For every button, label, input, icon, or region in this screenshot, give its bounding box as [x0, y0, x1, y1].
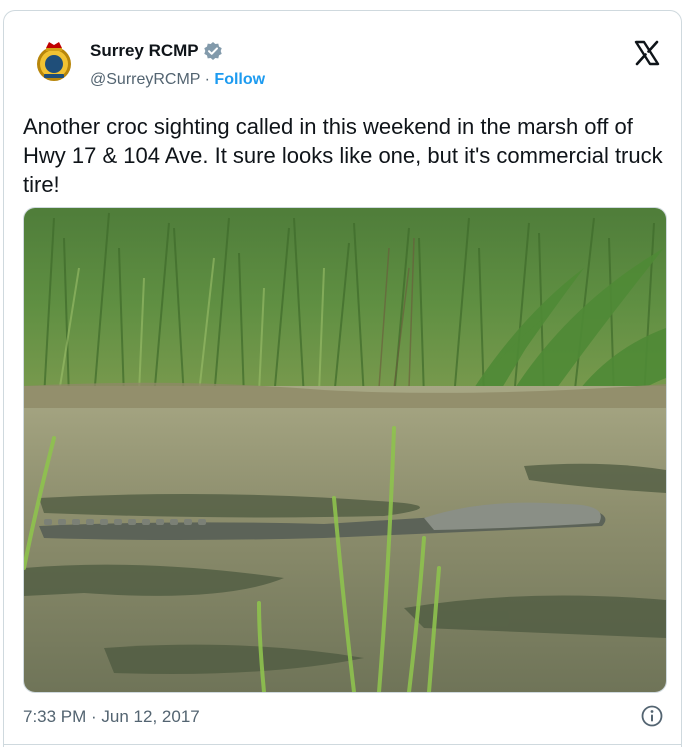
handle-row: @SurreyRCMP · Follow — [90, 71, 265, 89]
tweet-timestamp[interactable]: 7:33 PM · Jun 12, 2017 — [23, 707, 200, 727]
info-icon[interactable] — [641, 705, 663, 727]
verified-badge-icon[interactable] — [203, 41, 223, 61]
author-row: Surrey RCMP — [90, 41, 223, 61]
author-handle[interactable]: @SurreyRCMP — [90, 71, 200, 88]
separator-dot: · — [204, 71, 210, 88]
x-logo-icon[interactable] — [633, 39, 661, 67]
rcmp-badge-icon[interactable] — [30, 37, 78, 85]
tweet-text: Another croc sighting called in this wee… — [23, 114, 663, 197]
divider — [4, 744, 681, 745]
tweet-photo[interactable] — [23, 207, 667, 693]
author-name[interactable]: Surrey RCMP — [90, 41, 199, 61]
tweet-card: Surrey RCMP @SurreyRCMP · Follow Another… — [3, 10, 682, 747]
follow-button[interactable]: Follow — [214, 71, 265, 88]
